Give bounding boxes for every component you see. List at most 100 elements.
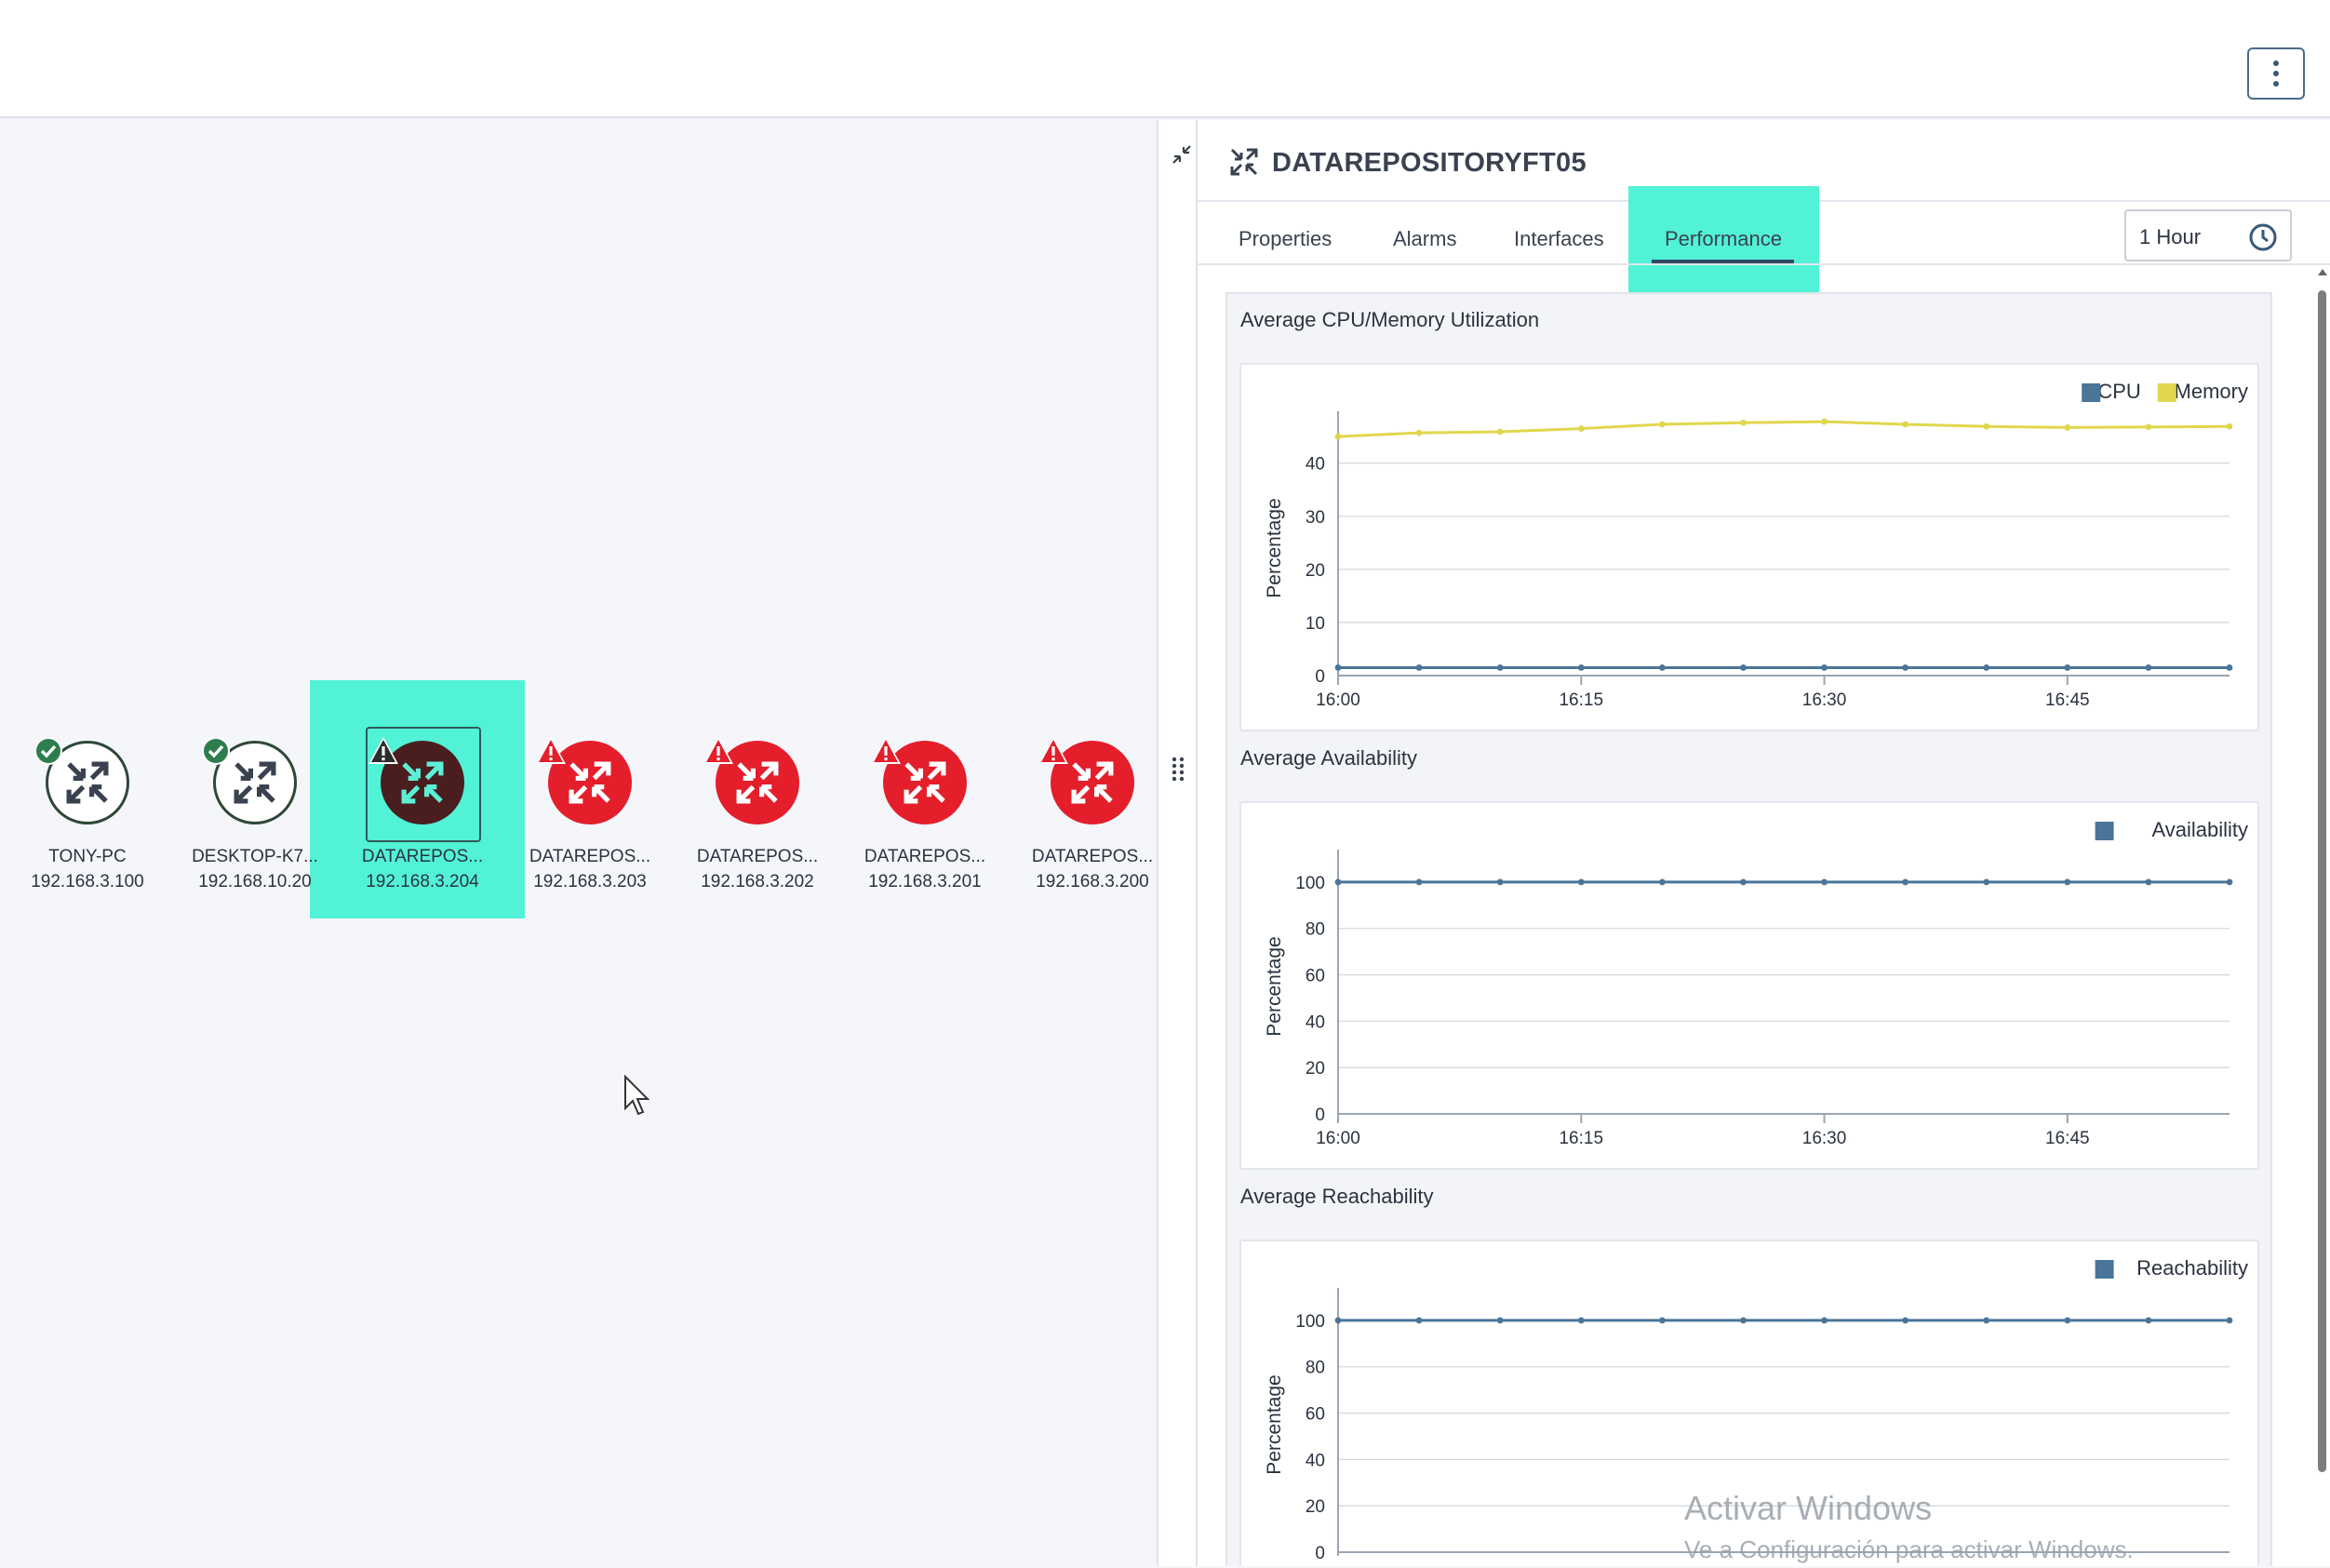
mouse-cursor-icon <box>624 1075 650 1116</box>
x-tick-label: 16:00 <box>1316 1129 1360 1148</box>
tab-interfaces[interactable]: Interfaces <box>1514 227 1604 251</box>
data-point[interactable] <box>2145 664 2152 671</box>
node-ip: 192.168.3.100 <box>31 872 144 891</box>
data-point[interactable] <box>1740 1317 1747 1324</box>
data-point[interactable] <box>1496 428 1504 436</box>
alarm-warning-icon <box>703 737 733 764</box>
data-point[interactable] <box>1334 433 1342 440</box>
alarm-warning-icon <box>536 737 566 764</box>
node-name: DATAREPOS... <box>529 847 651 866</box>
data-point[interactable] <box>1415 664 1423 671</box>
legend-label[interactable]: Availability <box>2151 818 2248 841</box>
y-tick-label: 40 <box>1306 455 1325 475</box>
data-point[interactable] <box>1983 664 1990 671</box>
y-tick-label: 0 <box>1315 1106 1325 1125</box>
device-details-panel: DATAREPOSITORYFT05 Properties Alarms Int… <box>1157 120 2330 1566</box>
data-point[interactable] <box>2226 1317 2233 1324</box>
availability-section-title: Average Availability <box>1240 746 1417 770</box>
data-point[interactable] <box>1658 878 1666 886</box>
topology-map[interactable]: TONY-PC 192.168.3.100 DESKTOP-K7... 192.168… <box>0 120 1157 1566</box>
data-point[interactable] <box>1577 878 1585 886</box>
legend-swatch <box>2095 822 2114 840</box>
data-point[interactable] <box>1415 429 1423 436</box>
scrollbar-thumb[interactable] <box>2318 290 2326 1472</box>
data-point[interactable] <box>2064 878 2071 886</box>
data-point[interactable] <box>1658 421 1666 428</box>
x-tick-label: 16:00 <box>1316 690 1360 710</box>
switch-arrows-icon <box>401 761 444 804</box>
node-name: DATAREPOS... <box>864 847 986 866</box>
data-point[interactable] <box>2145 878 2152 886</box>
y-tick-label: 60 <box>1306 1405 1325 1425</box>
legend-swatch <box>2095 1260 2114 1279</box>
data-point[interactable] <box>1496 878 1504 886</box>
cpu-memory-chart: Memory CPU 0 10 20 30 40 Percentage 16:00 16:15 16… <box>1239 363 2259 731</box>
data-point[interactable] <box>2226 422 2233 430</box>
node-ip: 192.168.10.20 <box>198 872 312 891</box>
data-point[interactable] <box>1983 1317 1990 1324</box>
data-point[interactable] <box>2064 664 2071 671</box>
data-point[interactable] <box>1334 878 1342 886</box>
data-point[interactable] <box>1334 1317 1342 1324</box>
y-tick-label: 80 <box>1306 920 1325 940</box>
data-point[interactable] <box>1983 422 1990 430</box>
alarm-warning-icon <box>368 737 398 764</box>
data-point[interactable] <box>2226 664 2233 671</box>
data-point[interactable] <box>1902 878 1909 886</box>
legend-label[interactable]: Reachability <box>2136 1256 2248 1280</box>
node-name: TONY-PC <box>48 847 127 866</box>
data-point[interactable] <box>2145 1317 2152 1324</box>
y-tick-label: 20 <box>1306 1059 1325 1079</box>
data-point[interactable] <box>1658 664 1666 671</box>
switch-arrows-icon <box>234 761 276 804</box>
data-point[interactable] <box>1902 421 1909 428</box>
reachability-section-title: Average Reachability <box>1240 1185 1434 1208</box>
data-point[interactable] <box>1740 878 1747 886</box>
y-tick-label: 60 <box>1306 967 1325 986</box>
data-point[interactable] <box>1577 425 1585 432</box>
tab-properties[interactable]: Properties <box>1239 227 1332 251</box>
time-range-select[interactable]: 1 Hour <box>2124 209 2292 261</box>
scroll-up-arrow-icon[interactable] <box>2318 269 2327 275</box>
tab-alarms[interactable]: Alarms <box>1393 227 1456 251</box>
data-point[interactable] <box>2064 1317 2071 1324</box>
data-point[interactable] <box>1415 1317 1423 1324</box>
data-point[interactable] <box>1821 664 1828 671</box>
collapse-icon[interactable] <box>1170 142 1194 167</box>
data-point[interactable] <box>1740 419 1747 426</box>
data-point[interactable] <box>1577 664 1585 671</box>
data-point[interactable] <box>1496 1317 1504 1324</box>
data-point[interactable] <box>1821 418 1828 425</box>
time-range-label: 1 Hour <box>2139 225 2202 248</box>
data-point[interactable] <box>2145 423 2152 431</box>
node-ip: 192.168.3.203 <box>533 872 647 891</box>
legend-label[interactable]: Memory <box>2175 380 2248 403</box>
tab-performance[interactable]: Performance <box>1665 227 1782 251</box>
data-point[interactable] <box>1334 664 1342 671</box>
data-point[interactable] <box>1496 664 1504 671</box>
kebab-vertical-icon[interactable] <box>2247 47 2305 100</box>
windows-watermark-title: Activar Windows <box>1684 1489 1933 1527</box>
data-point[interactable] <box>1577 1317 1585 1324</box>
data-point[interactable] <box>1983 878 1990 886</box>
data-point[interactable] <box>1821 878 1828 886</box>
data-point[interactable] <box>1740 664 1747 671</box>
drag-handle-icon[interactable] <box>1172 757 1185 783</box>
y-tick-label: 20 <box>1306 1497 1325 1517</box>
data-point[interactable] <box>1902 1317 1909 1324</box>
data-point[interactable] <box>2064 424 2071 431</box>
node-name: DATAREPOS... <box>361 847 484 866</box>
y-tick-label: 0 <box>1315 1544 1325 1563</box>
series-line <box>1337 420 2230 438</box>
data-point[interactable] <box>2226 878 2233 886</box>
data-point[interactable] <box>1415 878 1423 886</box>
data-point[interactable] <box>1658 1317 1666 1324</box>
y-axis-label: Percentage <box>1264 498 1285 597</box>
y-tick-label: 30 <box>1306 508 1325 528</box>
y-tick-label: 40 <box>1306 1012 1325 1032</box>
data-point[interactable] <box>1821 1317 1828 1324</box>
legend-swatch <box>2082 383 2101 402</box>
legend-label[interactable]: CPU <box>2097 380 2140 403</box>
data-point[interactable] <box>1902 664 1909 671</box>
y-tick-label: 20 <box>1306 561 1325 581</box>
